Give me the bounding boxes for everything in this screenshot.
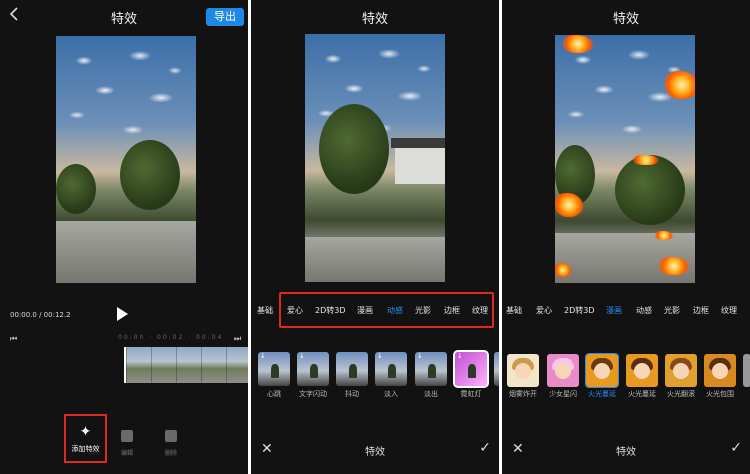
fire-effect [659, 257, 689, 275]
bottom-title: 特效 [365, 447, 385, 458]
effects-panel-dynamic: 特效 基础 爱心 2D转3D 漫画 动感 光影 边框 纹理 ↓ ↓ ↓ ↓ ↓ … [251, 0, 499, 474]
effect-label: 火光蔓延 [588, 390, 616, 398]
fire-effect [665, 71, 695, 99]
download-icon: ↓ [299, 352, 305, 360]
tab-love[interactable]: 爱心 [287, 305, 303, 316]
effect-thumb[interactable] [626, 354, 658, 387]
effect-thumb[interactable] [704, 354, 736, 387]
export-button[interactable]: 导出 [206, 8, 244, 26]
tab-comic[interactable]: 漫画 [357, 305, 373, 316]
download-icon: ↓ [377, 352, 383, 360]
effect-thumb[interactable] [336, 352, 368, 386]
play-icon[interactable] [117, 307, 128, 321]
effect-thumb[interactable] [547, 354, 579, 387]
effect-label: 火光蔓延 [628, 390, 656, 398]
tab-comic[interactable]: 漫画 [606, 305, 622, 316]
download-icon: ↓ [457, 352, 463, 360]
effect-thumb[interactable] [494, 352, 499, 386]
video-preview [305, 34, 445, 282]
effect-label: 文字闪动 [299, 390, 327, 398]
edit-icon [121, 430, 133, 442]
sparkle-icon: ✦ [79, 424, 92, 440]
effect-label: 淡出 [424, 390, 438, 398]
skip-end-icon[interactable]: ⏭ [234, 334, 241, 344]
tab-dynamic[interactable]: 动感 [387, 305, 403, 316]
delete-label: 删除 [164, 450, 177, 457]
effect-label: 烟雾炸开 [509, 390, 537, 398]
page-title: 特效 [361, 12, 388, 27]
download-icon: ↓ [417, 352, 423, 360]
tab-basic[interactable]: 基础 [257, 305, 273, 316]
category-tabs: 基础 爱心 2D转3D 漫画 动感 光影 边框 纹理 [502, 305, 750, 319]
playback-time: 00:00.0 / 00:12.2 [10, 311, 71, 319]
tab-frame[interactable]: 边框 [444, 305, 460, 316]
tab-2d-to-3d[interactable]: 2D转3D [564, 305, 595, 316]
edit-button[interactable]: 编辑 [112, 430, 142, 457]
tab-basic[interactable]: 基础 [506, 305, 522, 316]
effect-label: 抖动 [345, 390, 359, 398]
check-icon[interactable]: ✓ [730, 440, 742, 456]
tab-dynamic[interactable]: 动感 [636, 305, 652, 316]
category-tabs: 基础 爱心 2D转3D 漫画 动感 光影 边框 纹理 [251, 305, 499, 319]
effect-label: 霓虹灯 [460, 390, 482, 398]
effect-label: 火光包围 [706, 390, 734, 398]
effect-thumb[interactable] [743, 354, 750, 387]
check-icon[interactable]: ✓ [479, 440, 491, 456]
page-title: 特效 [612, 12, 639, 27]
tab-love[interactable]: 爱心 [536, 305, 552, 316]
tab-frame[interactable]: 边框 [693, 305, 709, 316]
add-effect-label: 添加特效 [71, 445, 100, 453]
trash-icon [165, 430, 177, 442]
bottom-bar: ✕ 特效 ✓ [251, 440, 499, 460]
tab-texture[interactable]: 纹理 [472, 305, 488, 316]
delete-button[interactable]: 删除 [156, 430, 186, 457]
fire-effect [633, 155, 659, 165]
effect-thumb[interactable]: ↓ [258, 352, 290, 386]
effect-label: 心跳 [267, 390, 281, 398]
tab-light[interactable]: 光影 [664, 305, 680, 316]
add-effect-button[interactable]: ✦ 添加特效 [64, 414, 107, 463]
effect-thumb[interactable] [507, 354, 539, 387]
effects-panel-comic: 特效 基础 爱心 2D转3D 漫画 动感 光影 边框 纹理 烟雾炸开 少女星闪 … [502, 0, 750, 474]
effect-label: 少女星闪 [549, 390, 577, 398]
effect-thumb[interactable]: ↓ [375, 352, 407, 386]
timeline-ruler: 00:00 · 00:02 · 00:04 [118, 334, 224, 341]
effect-thumb[interactable] [585, 353, 619, 388]
fire-effect [555, 193, 583, 217]
effect-label: 淡入 [384, 390, 398, 398]
bottom-title: 特效 [616, 447, 636, 458]
tab-light[interactable]: 光影 [415, 305, 431, 316]
skip-start-icon[interactable]: ⏮ [10, 334, 17, 344]
fire-effect [655, 231, 673, 240]
bottom-bar: ✕ 特效 ✓ [502, 440, 750, 460]
effect-label: 火光翻滚 [667, 390, 695, 398]
effect-thumb[interactable]: ↓ [297, 352, 329, 386]
edit-label: 编辑 [120, 450, 133, 457]
editor-panel: 特效 导出 00:00.0 / 00:12.2 ⏮ 00:00 · 00:02 … [0, 0, 248, 474]
tab-texture[interactable]: 纹理 [721, 305, 737, 316]
download-icon: ↓ [260, 352, 266, 360]
fire-effect [563, 35, 593, 53]
effect-thumb[interactable] [665, 354, 697, 387]
timeline-strip[interactable] [124, 347, 248, 383]
effect-thumb[interactable]: ↓ [415, 352, 447, 386]
video-preview [555, 35, 695, 283]
effect-thumb[interactable]: ↓ [453, 350, 489, 388]
video-preview [56, 36, 196, 283]
tab-2d-to-3d[interactable]: 2D转3D [315, 305, 346, 316]
fire-effect [555, 263, 571, 277]
